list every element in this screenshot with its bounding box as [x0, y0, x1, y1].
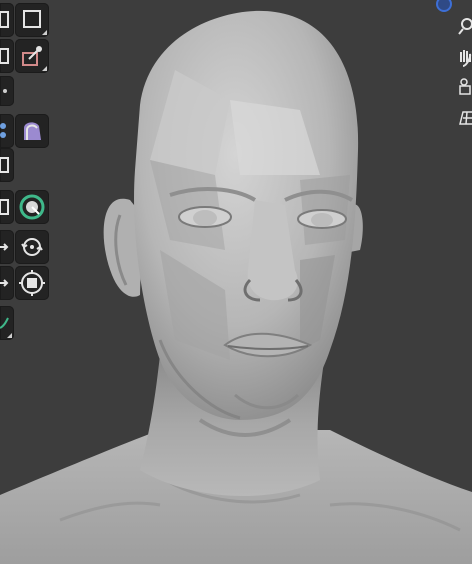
transform-rotate-button[interactable]: [15, 230, 49, 264]
zoom-button[interactable]: [452, 12, 472, 42]
zoom-icon: [458, 18, 472, 35]
rotate-icon: [21, 238, 43, 256]
sculpt-smooth-brush-button[interactable]: [0, 76, 14, 106]
camera-view-button[interactable]: [452, 72, 472, 102]
sculpt-clay-brush-button[interactable]: [15, 3, 49, 37]
sculpt-face-set-button[interactable]: [15, 190, 49, 224]
move-icon: [0, 243, 9, 251]
sculpt-grab-brush-button[interactable]: [15, 39, 49, 73]
camera-icon: [459, 78, 471, 95]
sculpt-flatten-brush-button[interactable]: [15, 114, 49, 148]
sculpt-draw-brush-button[interactable]: [0, 3, 14, 37]
transform-scale-button[interactable]: [15, 266, 49, 300]
annotate-button[interactable]: [0, 306, 14, 340]
perspective-toggle-button[interactable]: [452, 102, 472, 132]
transform-scale-partial-button[interactable]: [0, 266, 14, 300]
pan-button[interactable]: [452, 42, 472, 72]
scale-icon: [19, 270, 45, 296]
sculpt-mask-2-button[interactable]: [0, 190, 14, 224]
sculpt-mask-brush-button[interactable]: [0, 148, 14, 182]
draw-brush-icon: [0, 11, 9, 28]
pan-hand-icon: [460, 50, 472, 67]
3d-viewport[interactable]: [0, 0, 472, 564]
pinch-brush-icon: [0, 123, 6, 138]
perspective-grid-icon: [459, 111, 472, 125]
mask-brush-icon: [0, 157, 9, 173]
flatten-brush-icon: [24, 122, 41, 140]
scale-icon: [0, 279, 9, 287]
inflate-brush-icon: [0, 48, 9, 64]
mask-brush-icon: [0, 199, 9, 215]
face-set-icon: [19, 194, 45, 220]
sculpt-inflate-brush-button[interactable]: [0, 39, 14, 73]
sculpt-pinch-brush-button[interactable]: [0, 114, 14, 148]
transform-move-button[interactable]: [0, 230, 14, 264]
smooth-brush-icon: [3, 89, 7, 93]
sculpt-model-head[interactable]: [0, 0, 472, 564]
